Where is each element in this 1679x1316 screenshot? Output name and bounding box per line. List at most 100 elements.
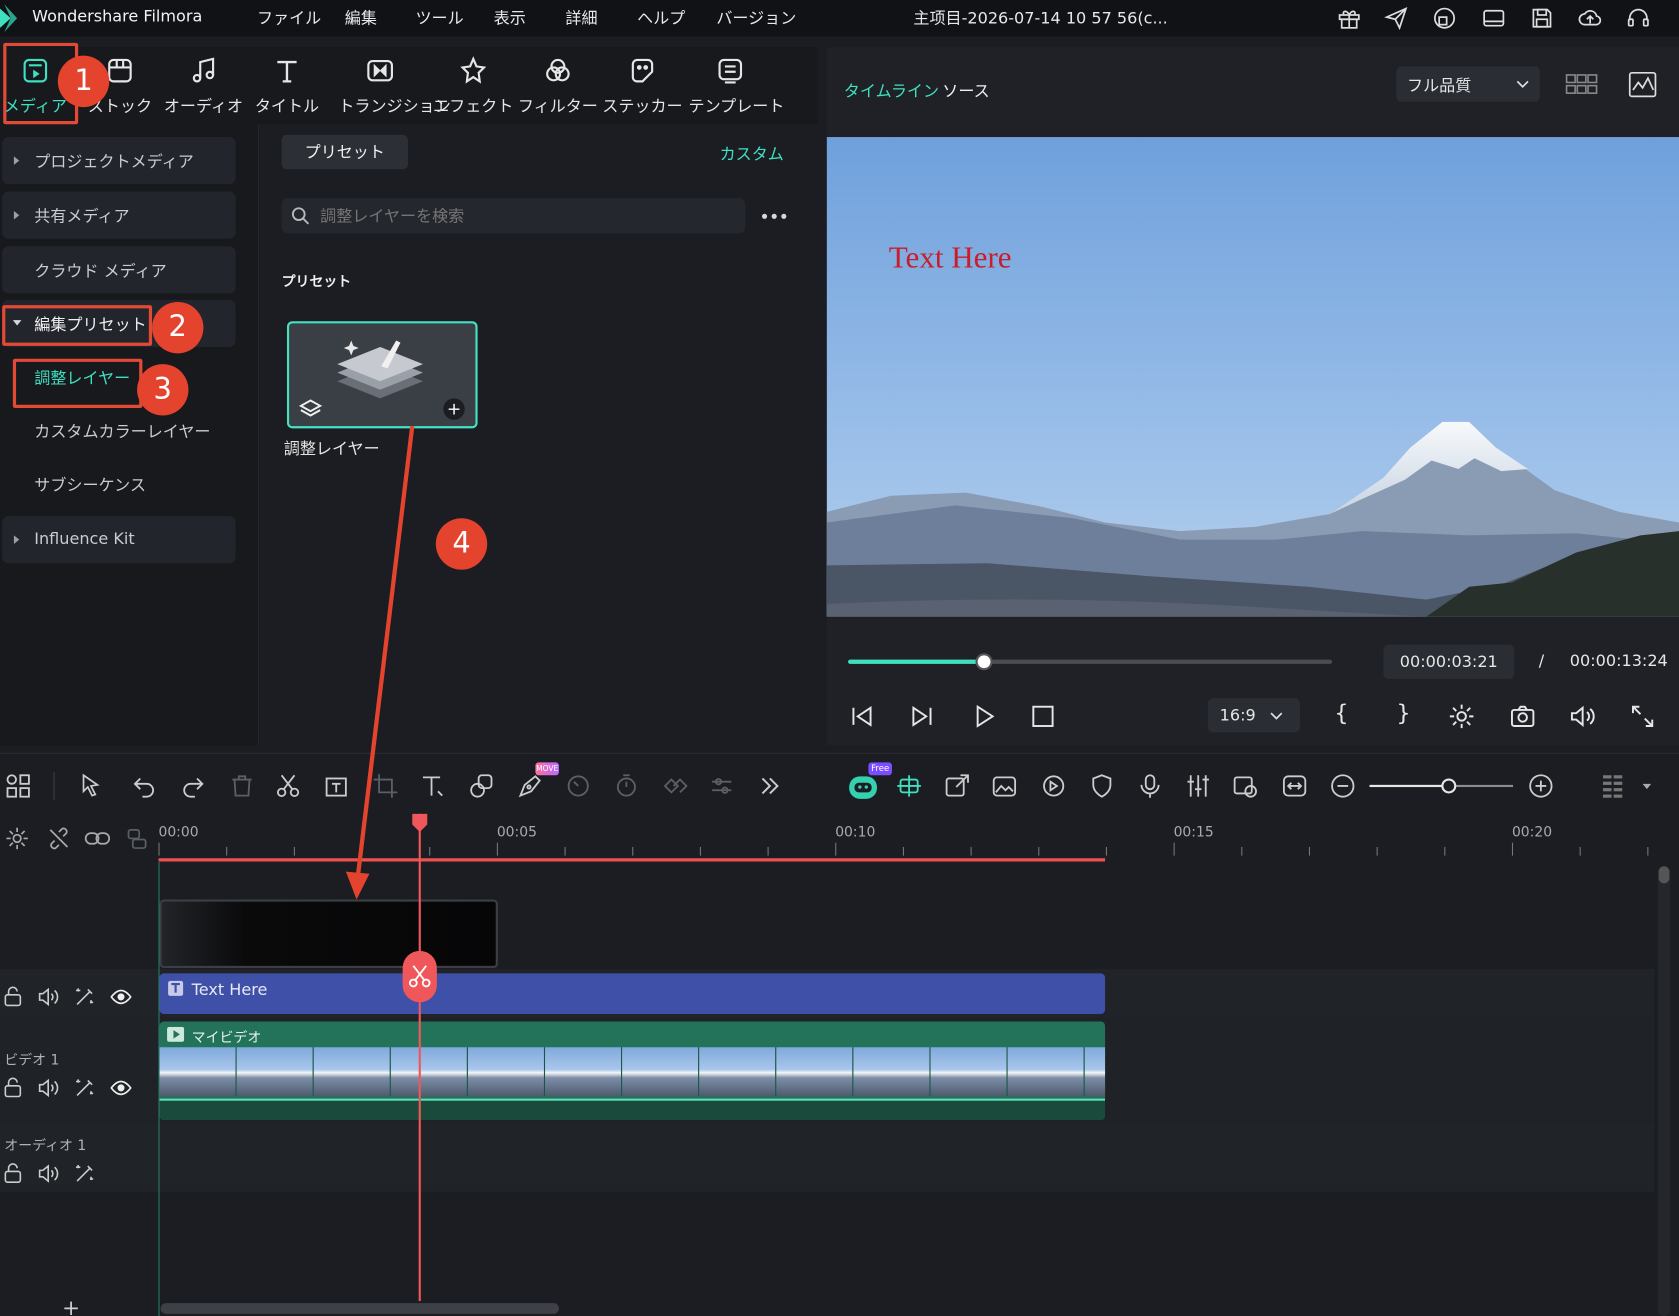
progress-track[interactable] (848, 653, 1333, 671)
speaker-icon[interactable] (36, 1162, 60, 1186)
menu-edit[interactable]: 編集 (345, 6, 377, 28)
layout-grid-icon[interactable] (4, 772, 32, 800)
eye-icon[interactable] (109, 985, 133, 1009)
menu-file[interactable]: ファイル (257, 6, 321, 28)
video-preview[interactable]: Text Here (826, 137, 1679, 617)
scissors-icon[interactable] (274, 772, 302, 800)
title-clip[interactable]: Text Here (159, 973, 1106, 1015)
playhead-handle[interactable] (410, 813, 429, 833)
tab-title[interactable]: タイトル (245, 47, 329, 122)
magic-wand-icon[interactable] (73, 985, 97, 1009)
image-edit-icon[interactable] (990, 772, 1018, 800)
snap-icon[interactable] (124, 826, 150, 852)
search-box[interactable] (281, 198, 746, 234)
save-icon[interactable] (1529, 5, 1555, 31)
zoom-slider-handle[interactable] (1440, 778, 1456, 794)
keyframe-add-icon[interactable] (661, 772, 689, 800)
more-options-icon[interactable] (760, 209, 788, 224)
grid-view-icon[interactable] (1565, 73, 1598, 97)
microphone-icon[interactable] (1136, 772, 1164, 800)
more-chevrons-icon[interactable] (756, 772, 784, 800)
pen-mask-icon[interactable] (516, 772, 544, 800)
eye-icon[interactable] (109, 1076, 133, 1100)
sidebar-item-subsequence[interactable]: サブシーケンス (2, 460, 235, 507)
mark-out-button[interactable]: } (1396, 700, 1410, 726)
stop-icon[interactable] (1029, 702, 1057, 730)
menu-tools[interactable]: ツール (415, 6, 463, 28)
tab-template[interactable]: テンプレート (689, 47, 784, 122)
magic-wand-icon[interactable] (73, 1076, 97, 1100)
layout-icon[interactable] (1481, 5, 1507, 31)
add-track-button[interactable]: + (62, 1295, 80, 1316)
adjustment-layer-clip[interactable] (159, 899, 498, 969)
vertical-scrollbar[interactable] (1657, 866, 1671, 1316)
link-icon[interactable] (84, 826, 112, 852)
video-clip[interactable]: マイビデオ (159, 1021, 1106, 1121)
export-clip-icon[interactable] (943, 772, 971, 800)
tab-sticker[interactable]: ステッカー (601, 47, 685, 122)
lock-icon[interactable] (2, 1162, 26, 1186)
fullscreen-icon[interactable] (1629, 702, 1657, 730)
horizontal-scrollbar[interactable] (160, 1303, 559, 1314)
menu-help[interactable]: ヘルプ (637, 6, 685, 28)
sidebar-item-custom-color-layer[interactable]: カスタムカラーレイヤー (2, 407, 235, 454)
sidebar-item-cloud-media[interactable]: クラウド メディア (2, 246, 236, 294)
lock-icon[interactable] (2, 1076, 26, 1100)
preview-tab-timeline[interactable]: タイムライン (844, 79, 939, 101)
split-scissors-button[interactable] (402, 950, 437, 1003)
timeline-ruler[interactable]: 00:00 00:05 00:10 00:15 00:20 (0, 814, 1679, 862)
play-icon[interactable] (970, 702, 998, 730)
magic-wand-icon[interactable] (73, 1162, 97, 1186)
timer-icon[interactable] (612, 772, 640, 800)
preview-render-icon[interactable] (1231, 772, 1259, 800)
volume-icon[interactable] (1568, 702, 1596, 730)
speaker-icon[interactable] (36, 985, 60, 1009)
aspect-ratio-dropdown[interactable]: 16:9 (1207, 698, 1300, 733)
menu-advanced[interactable]: 詳細 (565, 6, 597, 28)
cloud-sync-icon[interactable] (1432, 5, 1458, 31)
delete-icon[interactable] (228, 772, 256, 800)
sidebar-item-project-media[interactable]: プロジェクトメディア (2, 137, 236, 185)
tab-custom[interactable]: カスタム (720, 142, 784, 164)
ai-assistant-icon[interactable] (847, 771, 879, 801)
speaker-icon[interactable] (36, 1076, 60, 1100)
gift-icon[interactable] (1336, 5, 1362, 31)
mark-in-button[interactable]: { (1334, 700, 1348, 726)
unlink-icon[interactable] (46, 826, 72, 852)
adjust-sliders-icon[interactable] (708, 772, 736, 800)
shield-icon[interactable] (1088, 772, 1116, 800)
tab-filter[interactable]: フィルター (516, 47, 600, 122)
menu-view[interactable]: 表示 (494, 6, 526, 28)
text-tool-icon[interactable] (419, 772, 447, 800)
zoom-slider[interactable] (1369, 778, 1514, 794)
zoom-out-icon[interactable] (1329, 772, 1357, 800)
quality-dropdown[interactable]: フル品質 (1396, 66, 1540, 102)
lock-icon[interactable] (2, 985, 26, 1009)
menu-version[interactable]: バージョン (716, 6, 796, 28)
progress-handle[interactable] (975, 653, 993, 671)
motion-icon[interactable] (1040, 772, 1068, 800)
scopes-icon[interactable] (1628, 71, 1658, 99)
crop-icon[interactable] (372, 772, 400, 800)
previous-frame-icon[interactable] (848, 702, 876, 730)
undo-icon[interactable] (131, 772, 159, 800)
current-time[interactable]: 00:00:03:21 (1383, 644, 1515, 679)
headset-icon[interactable] (1625, 5, 1651, 31)
shape-icon[interactable] (468, 772, 496, 800)
speed-icon[interactable] (564, 772, 592, 800)
track-list-icon[interactable] (1600, 772, 1628, 800)
sidebar-item-shared-media[interactable]: 共有メディア (2, 191, 236, 239)
dropdown-caret-icon[interactable] (1642, 783, 1653, 792)
select-pointer-icon[interactable] (77, 772, 105, 800)
preset-card-adjustment-layer[interactable]: + (286, 321, 478, 429)
redo-icon[interactable] (179, 772, 207, 800)
tab-transition[interactable]: トランジション (338, 47, 451, 122)
smart-cut-icon[interactable] (895, 772, 923, 800)
fit-width-icon[interactable] (1281, 772, 1309, 800)
audio-mixer-icon[interactable] (1184, 772, 1212, 800)
playhead-line[interactable] (418, 813, 421, 1302)
cloud-upload-icon[interactable] (1577, 5, 1603, 31)
tab-preset[interactable]: プリセット (281, 134, 408, 170)
zoom-in-icon[interactable] (1527, 772, 1555, 800)
sidebar-item-influence-kit[interactable]: Influence Kit (2, 516, 236, 564)
